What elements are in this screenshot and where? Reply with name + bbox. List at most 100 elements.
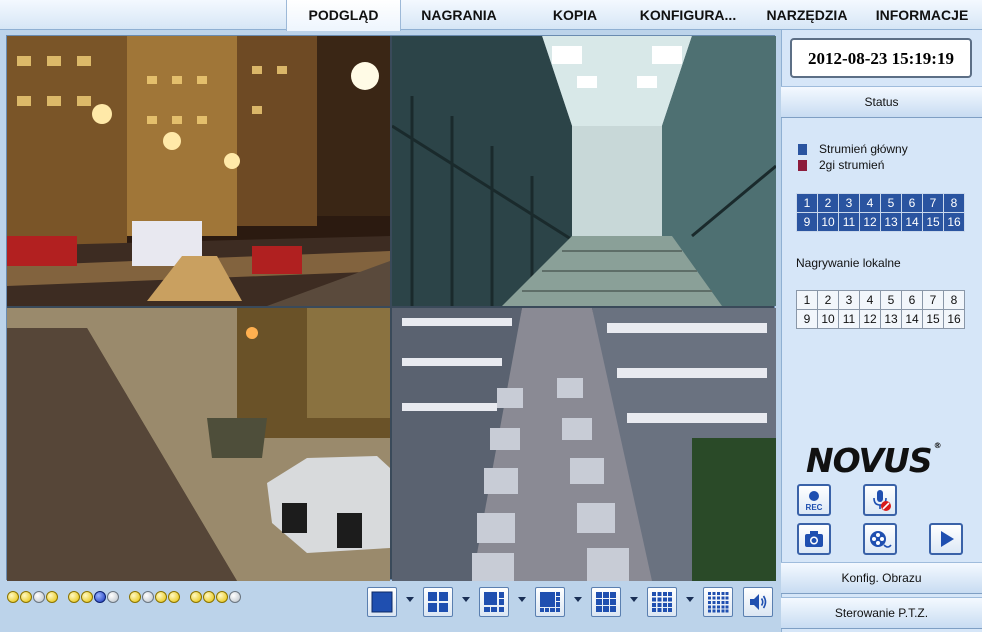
play-icon	[941, 531, 954, 547]
layout-4-button[interactable]	[423, 587, 453, 617]
channel-cell[interactable]: 7	[923, 291, 944, 310]
status-dot	[81, 591, 93, 603]
channel-status-dots	[7, 590, 242, 604]
camera-feed-4-icon	[392, 308, 776, 581]
tab-narzedzia[interactable]: NARZĘDZIA	[758, 0, 856, 30]
legend-swatch	[798, 143, 807, 155]
video-channel-3[interactable]	[7, 308, 390, 581]
status-dot	[94, 591, 106, 603]
channel-cell[interactable]: 14	[902, 310, 923, 329]
video-clip-button[interactable]	[863, 523, 897, 555]
audio-record-button[interactable]	[863, 484, 897, 516]
status-dot	[107, 591, 119, 603]
record-button[interactable]: REC	[797, 484, 831, 516]
layout-8-dropdown[interactable]	[574, 597, 582, 602]
layout-6-icon	[484, 592, 504, 612]
channel-cell[interactable]: 15	[923, 310, 944, 329]
status-dot	[168, 591, 180, 603]
layout-9-dropdown[interactable]	[630, 597, 638, 602]
channel-cell[interactable]: 3	[839, 291, 860, 310]
tab-kopia[interactable]: KOPIA	[540, 0, 610, 30]
channel-cell[interactable]: 2	[818, 291, 839, 310]
channel-cell[interactable]: 12	[860, 310, 881, 329]
channel-cell[interactable]: 8	[944, 291, 965, 310]
channel-cell[interactable]: 9	[797, 310, 818, 329]
video-grid	[6, 35, 776, 581]
status-dot	[142, 591, 154, 603]
status-dot	[229, 591, 241, 603]
status-dot	[155, 591, 167, 603]
camera-feed-3-icon	[7, 308, 390, 581]
brand-text: NOVUS	[806, 441, 933, 480]
snapshot-button[interactable]	[797, 523, 831, 555]
channel-cell[interactable]: 7	[923, 194, 944, 213]
channel-cell[interactable]: 13	[881, 310, 902, 329]
layout-4-dropdown[interactable]	[462, 597, 470, 602]
legend-second-stream: 2gi strumień	[798, 158, 884, 172]
layout-1-icon	[371, 591, 393, 613]
camera-icon	[805, 531, 823, 547]
legend-main-stream: Strumień główny	[798, 142, 908, 156]
tab-konfiguracja[interactable]: KONFIGURA...	[628, 0, 748, 30]
video-channel-4[interactable]	[392, 308, 776, 581]
channel-cell[interactable]: 6	[902, 291, 923, 310]
channel-cell[interactable]: 2	[818, 194, 839, 213]
channel-cell[interactable]: 1	[797, 291, 818, 310]
layout-6-dropdown[interactable]	[518, 597, 526, 602]
play-button[interactable]	[929, 523, 963, 555]
status-dot	[216, 591, 228, 603]
video-channel-1[interactable]	[7, 36, 390, 306]
layout-16-button[interactable]	[647, 587, 677, 617]
status-dot	[7, 591, 19, 603]
channel-cell[interactable]: 5	[881, 291, 902, 310]
channel-cell[interactable]: 16	[944, 310, 965, 329]
channel-cell[interactable]: 3	[839, 194, 860, 213]
channel-cell[interactable]: 13	[881, 213, 902, 232]
novus-logo: NOVUS ®	[806, 441, 942, 480]
channel-cell[interactable]: 10	[818, 310, 839, 329]
layout-16-dropdown[interactable]	[686, 597, 694, 602]
rec-icon: REC	[806, 491, 823, 512]
legend-swatch	[798, 159, 807, 171]
tab-informacje[interactable]: INFORMACJE	[866, 0, 978, 30]
ptz-control-button[interactable]: Sterowanie P.T.Z.	[781, 597, 982, 629]
datetime-display: 2012-08-23 15:19:19	[790, 38, 972, 78]
status-dot	[68, 591, 80, 603]
legend-label: Strumień główny	[819, 142, 908, 156]
image-config-button[interactable]: Konfig. Obrazu	[781, 562, 982, 594]
camera-feed-2-icon	[392, 36, 776, 306]
channel-cell[interactable]: 8	[944, 194, 965, 213]
channel-cell[interactable]: 12	[860, 213, 881, 232]
layout-8-button[interactable]	[535, 587, 565, 617]
layout-1-button[interactable]	[367, 587, 397, 617]
channel-cell[interactable]: 5	[881, 194, 902, 213]
layout-6-button[interactable]	[479, 587, 509, 617]
layout-1-dropdown[interactable]	[406, 597, 414, 602]
status-button[interactable]: Status	[781, 86, 982, 118]
channel-cell[interactable]: 11	[839, 310, 860, 329]
status-dot	[129, 591, 141, 603]
microphone-muted-icon	[873, 490, 891, 511]
tab-podglad[interactable]: PODGLĄD	[286, 0, 401, 31]
layout-9-button[interactable]	[591, 587, 621, 617]
channel-cell[interactable]: 10	[818, 213, 839, 232]
video-channel-2[interactable]	[392, 36, 776, 306]
channel-cell[interactable]: 4	[860, 291, 881, 310]
main-stream-channel-grid: 1 2 3 4 5 6 7 8 9 10 11 12 13 14 15 16	[796, 193, 965, 232]
layout-25-button[interactable]	[703, 587, 733, 617]
status-dot	[20, 591, 32, 603]
layout-25-icon	[708, 592, 729, 613]
channel-cell[interactable]: 16	[944, 213, 965, 232]
channel-cell[interactable]: 6	[902, 194, 923, 213]
channel-cell[interactable]: 15	[923, 213, 944, 232]
channel-cell[interactable]: 9	[797, 213, 818, 232]
tab-nagrania[interactable]: NAGRANIA	[405, 0, 513, 30]
channel-cell[interactable]: 14	[902, 213, 923, 232]
channel-cell[interactable]: 11	[839, 213, 860, 232]
channel-cell[interactable]: 1	[797, 194, 818, 213]
local-recording-channel-grid: 1 2 3 4 5 6 7 8 9 10 11 12 13 14 15 16	[796, 290, 965, 329]
speaker-icon	[750, 594, 767, 610]
audio-button[interactable]	[743, 587, 773, 617]
channel-cell[interactable]: 4	[860, 194, 881, 213]
layout-8-icon	[540, 592, 560, 612]
